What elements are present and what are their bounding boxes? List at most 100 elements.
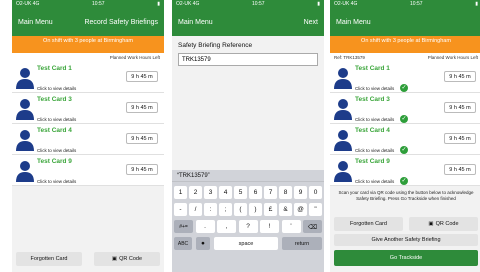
key[interactable]: !	[260, 220, 279, 233]
key[interactable]: -	[174, 203, 187, 216]
camera-icon: ▣	[428, 221, 434, 227]
hours-field[interactable]: 9 h 45 m	[126, 71, 158, 82]
backspace-icon[interactable]: ⌫	[303, 220, 322, 233]
list-item[interactable]: Test Card 4 Click to view details 9 h 45…	[12, 124, 164, 155]
main-menu-button[interactable]: Main Menu	[336, 19, 371, 26]
worker-avatar-icon	[16, 99, 34, 120]
give-another-briefing-button[interactable]: Give Another Safety Briefing	[334, 234, 478, 246]
keyboard-row-3: #+= . , ? ! ' ⌫	[172, 220, 324, 233]
key[interactable]: 9	[294, 186, 307, 199]
qr-code-button[interactable]: ▣ QR Code	[94, 252, 160, 266]
time-label: 10:57	[410, 1, 423, 7]
key[interactable]: £	[264, 203, 277, 216]
reference-input[interactable]: TRK13579	[178, 53, 318, 66]
card-subtitle: Click to view details	[37, 179, 77, 184]
carrier-label: O2-UK 4G	[176, 1, 200, 7]
keyboard-row-4: ABC ● space return	[172, 237, 324, 250]
key[interactable]: &	[279, 203, 292, 216]
card-subtitle: Click to view details	[37, 117, 77, 122]
hours-field[interactable]: 9 h 45 m	[444, 133, 476, 144]
main-menu-button[interactable]: Main Menu	[178, 19, 213, 26]
list-item[interactable]: Test Card 4 Click to view details ✓ 9 h …	[330, 124, 480, 155]
reference-entry-screen: O2-UK 4G 10:57 ▮ Main Menu Next Safety B…	[172, 0, 324, 272]
abc-key[interactable]: ABC	[174, 237, 192, 250]
return-key[interactable]: return	[282, 237, 322, 250]
card-subtitle: Click to view details	[37, 148, 77, 153]
key[interactable]: '	[281, 220, 301, 233]
key[interactable]: .	[195, 220, 215, 233]
acknowledge-briefing-screen: O2-UK 4G 10:57 ▮ Main Menu On shift with…	[330, 0, 480, 272]
nav-title: Record Safety Briefings	[84, 18, 158, 26]
list-item[interactable]: Test Card 9 Click to view details ✓ 9 h …	[330, 155, 480, 186]
key[interactable]: ;	[219, 203, 232, 216]
key[interactable]: )	[249, 203, 262, 216]
planned-header: Ref: TRK13579 Planned Work Hours Left	[330, 53, 480, 62]
hours-field[interactable]: 9 h 45 m	[126, 133, 158, 144]
key[interactable]: /	[189, 203, 202, 216]
nav-bar: Main Menu	[330, 8, 480, 36]
qr-code-label: QR Code	[435, 221, 459, 227]
hours-field[interactable]: 9 h 45 m	[444, 164, 476, 175]
key[interactable]: ,	[217, 220, 236, 233]
card-title: Test Card 9	[355, 158, 390, 165]
hours-field[interactable]: 9 h 45 m	[444, 71, 476, 82]
worker-avatar-icon	[16, 130, 34, 151]
list-item[interactable]: Test Card 3 Click to view details ✓ 9 h …	[330, 93, 480, 124]
key[interactable]: :	[204, 203, 217, 216]
key[interactable]: ?	[238, 220, 258, 233]
hours-field[interactable]: 9 h 45 m	[444, 102, 476, 113]
card-subtitle: Click to view details	[355, 117, 395, 122]
list-item[interactable]: Test Card 3 Click to view details 9 h 45…	[12, 93, 164, 124]
hours-field[interactable]: 9 h 45 m	[126, 102, 158, 113]
forgotten-card-button[interactable]: Forgotten Card	[16, 252, 82, 266]
battery-icon: ▮	[475, 1, 478, 7]
time-label: 10:57	[252, 1, 265, 7]
list-item[interactable]: Test Card 1 Click to view details ✓ 9 h …	[330, 62, 480, 93]
card-title: Test Card 4	[37, 127, 72, 134]
key[interactable]: "	[309, 203, 322, 216]
planned-hours-header: Planned Work Hours Left	[427, 55, 478, 60]
key[interactable]: 2	[189, 186, 202, 199]
card-title: Test Card 4	[355, 127, 390, 134]
qr-code-label: QR Code	[119, 256, 143, 262]
camera-icon: ▣	[111, 256, 118, 262]
hours-field[interactable]: 9 h 45 m	[126, 164, 158, 175]
key[interactable]: 0	[309, 186, 322, 199]
keyboard-row-2: - / : ; ( ) £ & @ "	[172, 203, 324, 216]
card-title: Test Card 3	[37, 96, 72, 103]
key[interactable]: 3	[204, 186, 217, 199]
list-item[interactable]: Test Card 9 Click to view details 9 h 45…	[12, 155, 164, 186]
key[interactable]: @	[294, 203, 307, 216]
checkmark-icon: ✓	[400, 177, 408, 185]
worker-avatar-icon	[334, 161, 352, 182]
forgotten-card-button[interactable]: Forgotten Card	[334, 217, 403, 231]
key[interactable]: 6	[249, 186, 262, 199]
next-button[interactable]: Next	[304, 19, 318, 26]
go-trackside-button[interactable]: Go Trackside	[334, 250, 478, 266]
worker-avatar-icon	[334, 130, 352, 151]
qr-code-button[interactable]: ▣ QR Code	[409, 217, 478, 231]
microphone-icon[interactable]: ●	[196, 237, 210, 250]
worker-avatar-icon	[334, 68, 352, 89]
planned-hours-header: Planned Work Hours Left	[109, 55, 160, 60]
autocomplete-suggestion[interactable]: “TRK13579”	[172, 170, 324, 182]
key[interactable]: 5	[234, 186, 247, 199]
main-menu-button[interactable]: Main Menu	[18, 19, 53, 26]
card-title: Test Card 9	[37, 158, 72, 165]
list-item[interactable]: Test Card 1 Click to view details 9 h 45…	[12, 62, 164, 93]
key[interactable]: 7	[264, 186, 277, 199]
carrier-label: O2-UK 4G	[334, 1, 358, 7]
symbols-key[interactable]: #+=	[174, 220, 193, 233]
time-label: 10:57	[92, 1, 105, 7]
space-key[interactable]: space	[214, 237, 278, 250]
checkmark-icon: ✓	[400, 115, 408, 123]
worker-avatar-icon	[16, 68, 34, 89]
worker-avatar-icon	[16, 161, 34, 182]
key[interactable]: 8	[279, 186, 292, 199]
key[interactable]: 4	[219, 186, 232, 199]
key[interactable]: 1	[174, 186, 187, 199]
card-subtitle: Click to view details	[355, 179, 395, 184]
checkmark-icon: ✓	[400, 84, 408, 92]
key[interactable]: (	[234, 203, 247, 216]
record-briefings-screen: O2-UK 4G 10:57 ▮ Main Menu Record Safety…	[12, 0, 164, 272]
